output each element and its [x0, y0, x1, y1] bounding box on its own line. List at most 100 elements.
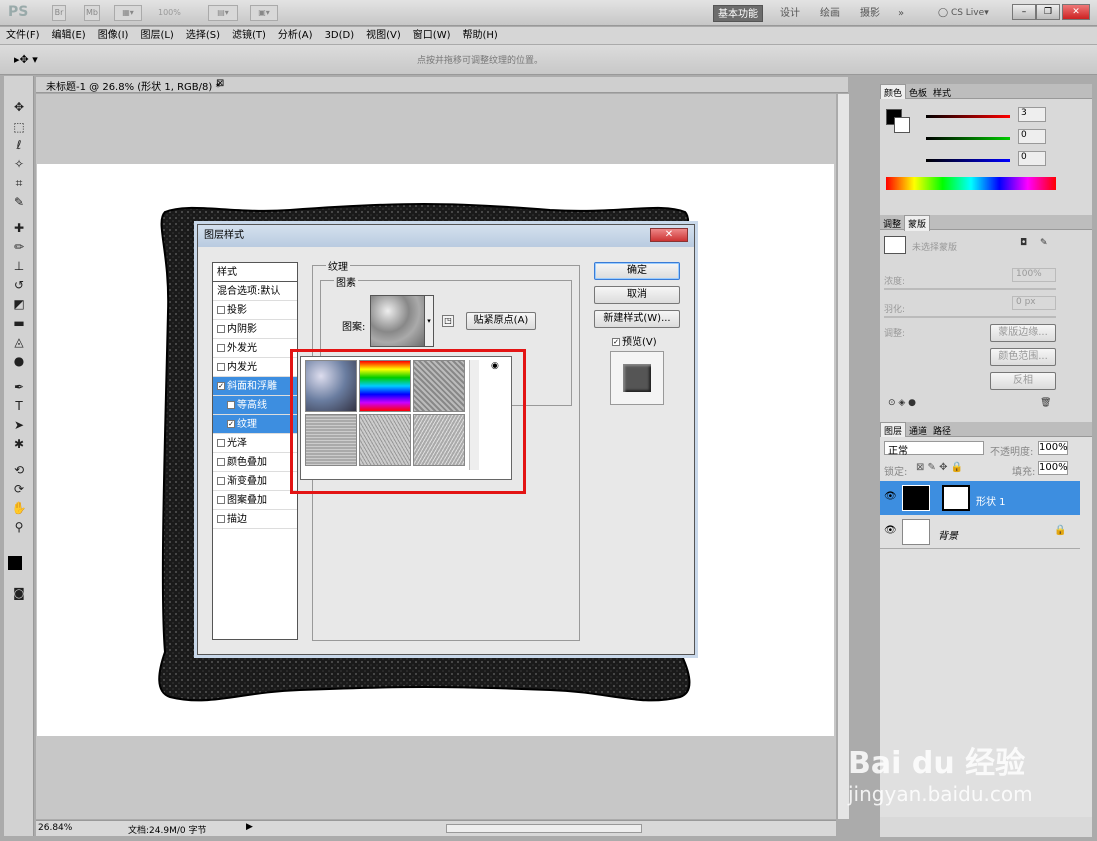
checkbox[interactable]	[227, 401, 235, 409]
restore-button[interactable]: ❐	[1036, 4, 1060, 20]
checkbox-checked[interactable]: ✓	[612, 338, 620, 346]
dialog-close-button[interactable]: ✕	[650, 228, 688, 242]
healing-brush-tool-icon[interactable]: ✚	[10, 219, 28, 237]
delete-mask-icon[interactable]: 🗑	[1040, 398, 1051, 408]
menu-3d[interactable]: 3D(D)	[319, 27, 361, 45]
marquee-tool-icon[interactable]: ⬚	[10, 118, 28, 136]
workspace-design[interactable]: 设计	[776, 5, 804, 22]
tab-color[interactable]: 颜色	[880, 84, 907, 100]
tab-masks[interactable]: 蒙版	[904, 215, 931, 231]
3d-orbit-tool-icon[interactable]: ⟳	[10, 480, 28, 498]
preview-checkbox[interactable]: ✓ 预览(V)	[612, 333, 657, 348]
checkbox[interactable]	[217, 458, 225, 466]
status-zoom[interactable]: 26.84%	[38, 823, 72, 833]
tab-paths[interactable]: 路径	[930, 423, 954, 438]
menu-help[interactable]: 帮助(H)	[457, 27, 504, 45]
workspace-painting[interactable]: 绘画	[816, 5, 844, 22]
layer-name[interactable]: 背景	[938, 527, 958, 542]
brush-tool-icon[interactable]: ✏	[10, 238, 28, 256]
style-color-overlay[interactable]: 颜色叠加	[213, 453, 297, 472]
blue-value[interactable]: 0	[1018, 151, 1046, 166]
minimize-button[interactable]: –	[1012, 4, 1036, 20]
color-range-button[interactable]: 颜色范围...	[990, 348, 1056, 366]
screen-mode-button[interactable]: ▣▾	[250, 5, 278, 21]
checkbox[interactable]	[217, 477, 225, 485]
pattern-dropdown-arrow[interactable]: ▾	[424, 295, 434, 347]
workspace-essentials[interactable]: 基本功能	[713, 5, 763, 22]
menu-image[interactable]: 图像(I)	[92, 27, 135, 45]
foreground-color-swatch[interactable]	[8, 556, 22, 570]
checkbox-checked[interactable]: ✓	[217, 382, 225, 390]
blue-slider[interactable]	[926, 159, 1010, 162]
layer-name[interactable]: 形状 1	[976, 493, 1006, 508]
pen-tool-icon[interactable]: ✒	[10, 378, 28, 396]
density-slider[interactable]	[884, 288, 1056, 290]
style-outer-glow[interactable]: 外发光	[213, 339, 297, 358]
document-tab[interactable]: 未标题-1 @ 26.8% (形状 1, RGB/8) * ⊠	[36, 77, 848, 93]
cs-live-button[interactable]: ◯ CS Live▾	[934, 5, 993, 22]
feather-slider[interactable]	[884, 316, 1056, 318]
checkbox[interactable]	[217, 344, 225, 352]
dodge-tool-icon[interactable]: ●	[10, 352, 28, 370]
style-texture[interactable]: ✓ 纹理	[213, 415, 297, 434]
color-spectrum-bar[interactable]	[886, 177, 1056, 190]
pattern-thumbnail[interactable]	[370, 295, 428, 347]
bridge-button[interactable]: Br	[52, 5, 66, 21]
menu-select[interactable]: 选择(S)	[180, 27, 226, 45]
checkbox[interactable]	[217, 496, 225, 504]
style-drop-shadow[interactable]: 投影	[213, 301, 297, 320]
style-satin[interactable]: 光泽	[213, 434, 297, 453]
menu-view[interactable]: 视图(V)	[360, 27, 407, 45]
mini-bridge-button[interactable]: Mb	[84, 5, 100, 21]
menu-window[interactable]: 窗口(W)	[407, 27, 457, 45]
style-contour[interactable]: 等高线	[213, 396, 297, 415]
visibility-eye-icon[interactable]: 👁	[884, 525, 897, 536]
pixel-mask-icon[interactable]: ◘	[1020, 238, 1027, 248]
style-inner-glow[interactable]: 内发光	[213, 358, 297, 377]
opacity-value[interactable]: 100%	[1038, 441, 1068, 455]
checkbox-checked[interactable]: ✓	[227, 420, 235, 428]
gradient-tool-icon[interactable]: ▬	[10, 314, 28, 332]
checkbox[interactable]	[217, 306, 225, 314]
menu-edit[interactable]: 编辑(E)	[46, 27, 92, 45]
arrange-documents-button[interactable]: ▤▾	[208, 5, 238, 21]
fill-value[interactable]: 100%	[1038, 461, 1068, 475]
green-value[interactable]: 0	[1018, 129, 1046, 144]
load-selection-icon[interactable]: ⊙ ◈ ●	[888, 398, 916, 408]
snap-to-origin-button[interactable]: 贴紧原点(A)	[466, 312, 536, 330]
workspace-photography[interactable]: 摄影	[856, 5, 884, 22]
eraser-tool-icon[interactable]: ◩	[10, 295, 28, 313]
cancel-button[interactable]: 取消	[594, 286, 680, 304]
checkbox[interactable]	[217, 439, 225, 447]
lock-icons[interactable]: ⊠ ✎ ✥ 🔒	[916, 462, 963, 473]
style-bevel-emboss[interactable]: ✓ 斜面和浮雕	[213, 377, 297, 396]
crop-tool-icon[interactable]: ⌗	[10, 174, 28, 192]
3d-rotate-tool-icon[interactable]: ⟲	[10, 461, 28, 479]
style-pattern-overlay[interactable]: 图案叠加	[213, 491, 297, 510]
eyedropper-tool-icon[interactable]: ✎	[10, 193, 28, 211]
color-background-swatch[interactable]	[894, 117, 910, 133]
status-menu-arrow-icon[interactable]: ▶	[246, 822, 253, 832]
zoom-tool-icon[interactable]: ⚲	[10, 518, 28, 536]
density-value[interactable]: 100%	[1012, 268, 1056, 282]
red-slider[interactable]	[926, 115, 1010, 118]
close-document-icon[interactable]: ⊠	[216, 78, 224, 89]
ok-button[interactable]: 确定	[594, 262, 680, 280]
type-tool-icon[interactable]: T	[10, 397, 28, 415]
tab-adjustments[interactable]: 调整	[880, 216, 904, 231]
move-tool-icon[interactable]: ✥	[10, 98, 28, 116]
tab-layers[interactable]: 图层	[880, 422, 907, 438]
menu-file[interactable]: 文件(F)	[0, 27, 46, 45]
tab-channels[interactable]: 通道	[906, 423, 930, 438]
lasso-tool-icon[interactable]: ℓ	[10, 136, 28, 154]
style-stroke[interactable]: 描边	[213, 510, 297, 529]
tab-swatches[interactable]: 色板	[906, 85, 930, 100]
layer-row-shape1[interactable]: 👁 形状 1	[880, 481, 1080, 515]
style-gradient-overlay[interactable]: 渐变叠加	[213, 472, 297, 491]
checkbox[interactable]	[217, 363, 225, 371]
canvas-vertical-scrollbar[interactable]	[837, 94, 849, 819]
menu-analysis[interactable]: 分析(A)	[272, 27, 319, 45]
checkbox[interactable]	[217, 515, 225, 523]
style-inner-shadow[interactable]: 内阴影	[213, 320, 297, 339]
close-button[interactable]: ✕	[1062, 4, 1090, 20]
